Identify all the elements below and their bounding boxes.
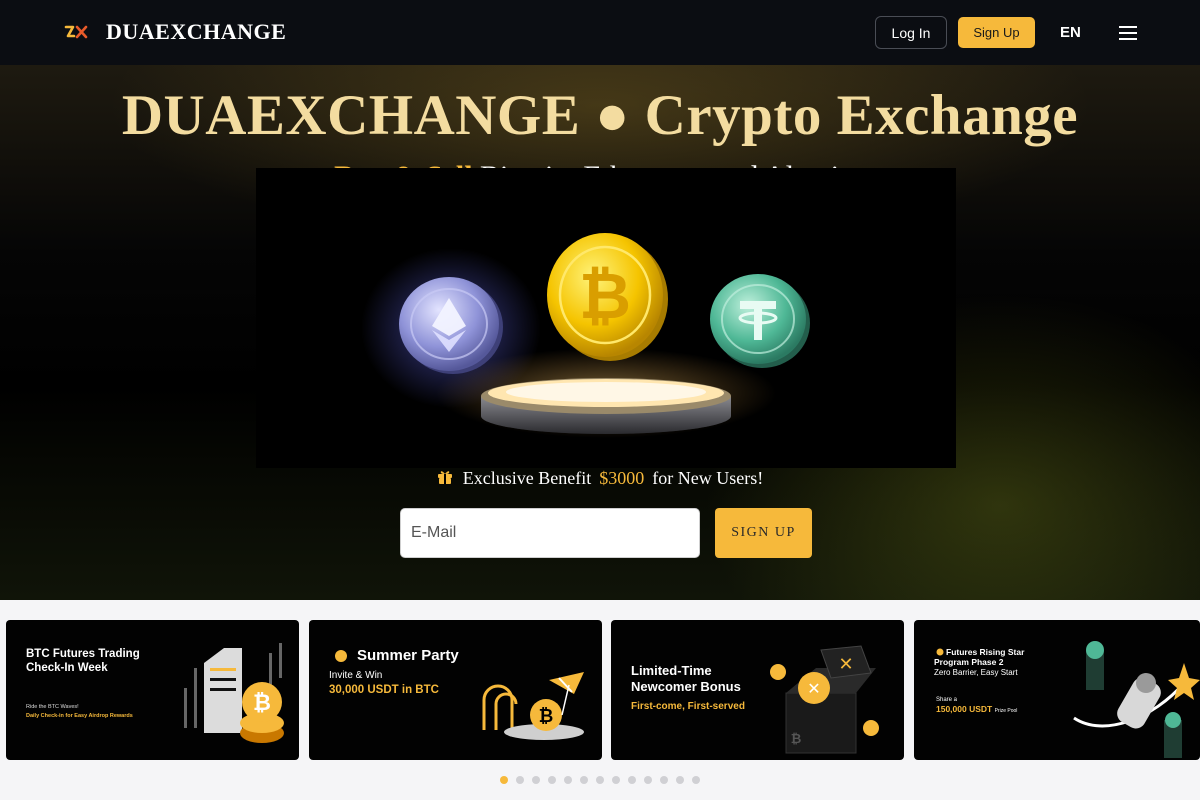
promo-card-btc-checkin[interactable]: BTC Futures Trading Check-In Week Ride t… [6, 620, 299, 760]
benefit-suffix: for New Users! [652, 468, 764, 488]
carousel-dot[interactable] [596, 776, 604, 784]
brand-name[interactable]: DUAEXCHANGE [106, 19, 286, 45]
svg-text:✕: ✕ [807, 679, 820, 698]
promo-line1: Invite & Win [329, 670, 383, 681]
rocket-astronaut-icon [1073, 641, 1200, 758]
hamburger-menu-icon[interactable] [1119, 26, 1137, 40]
crypto-coins-illustration: ₿ [256, 168, 956, 468]
top-navigation: DUAEXCHANGE Log In Sign Up EN [0, 0, 1200, 65]
carousel-dot[interactable] [628, 776, 636, 784]
benefit-line: Exclusive Benefit $3000 for New Users! [0, 468, 1200, 489]
promo-line2: Daily Check-in for Easy Airdrop Rewards [26, 713, 133, 719]
carousel-dot[interactable] [692, 776, 700, 784]
gift-box-coins-icon: ✕ ✕ ₿ [770, 645, 879, 754]
promo-line1: Zero Barrier, Easy Start [934, 668, 1018, 677]
promo-card-rising-star[interactable]: Futures Rising Star Program Phase 2 Zero… [914, 620, 1200, 760]
promo-line1: Ride the BTC Waves! [26, 704, 79, 710]
promo-title: Limited-Time Newcomer Bonus [631, 663, 741, 694]
svg-text:₿: ₿ [539, 706, 554, 727]
beach-bitcoin-icon: ₿ [482, 672, 584, 740]
svg-text:✕: ✕ [838, 654, 853, 675]
promo-line1: First-come, First-served [631, 701, 745, 712]
promo-title: Summer Party [357, 647, 459, 664]
carousel-dot[interactable] [676, 776, 684, 784]
promo-title: BTC Futures Trading Check-In Week [26, 648, 140, 674]
promo-prize-label: Prize Pool [994, 708, 1018, 714]
carousel-dot[interactable] [660, 776, 668, 784]
promo-line2: 30,000 USDT in BTC [329, 684, 439, 696]
language-selector[interactable]: EN [1060, 24, 1081, 41]
promo-prize-amount: 150,000 USDT [936, 704, 993, 714]
login-button[interactable]: Log In [875, 16, 947, 49]
carousel-dots [0, 776, 1200, 784]
bitcoin-coin-icon: ₿ [547, 233, 668, 361]
tether-coin-icon [710, 274, 810, 368]
gift-icon [437, 471, 452, 484]
carousel-dot[interactable] [532, 776, 540, 784]
svg-text:₿: ₿ [791, 732, 802, 747]
email-input[interactable] [400, 508, 700, 558]
pedestal-icon [481, 378, 731, 434]
signup-button[interactable]: Sign Up [958, 17, 1035, 48]
carousel-dot[interactable] [564, 776, 572, 784]
bullet-dot-icon [335, 650, 347, 662]
carousel-dot[interactable] [612, 776, 620, 784]
hero-section: DUAEXCHANGE ● Crypto Exchange Buy & Sell… [0, 65, 1200, 600]
carousel-dot[interactable] [580, 776, 588, 784]
promo-card-summer-party[interactable]: Summer Party Invite & Win 30,000 USDT in… [309, 620, 602, 760]
svg-text:₿: ₿ [579, 260, 631, 334]
carousel-dot[interactable] [500, 776, 508, 784]
promo-carousel: BTC Futures Trading Check-In Week Ride t… [0, 600, 1200, 800]
carousel-dot[interactable] [644, 776, 652, 784]
carousel-dot[interactable] [548, 776, 556, 784]
svg-text:₿: ₿ [253, 691, 271, 716]
promo-line2: Share a [936, 697, 958, 703]
hero-title: DUAEXCHANGE ● Crypto Exchange [121, 84, 1079, 147]
carousel-dot[interactable] [516, 776, 524, 784]
benefit-amount: $3000 [599, 468, 645, 488]
promo-card-newcomer-bonus[interactable]: Limited-Time Newcomer Bonus First-come, … [611, 620, 904, 760]
benefit-prefix: Exclusive Benefit [462, 468, 592, 488]
bitcoin-candlestick-icon: ₿ [184, 643, 284, 743]
promo-title: Futures Rising Star Program Phase 2 [934, 647, 1025, 667]
hero-signup-button[interactable]: SIGN UP [715, 508, 812, 558]
duaexchange-logo-icon[interactable] [64, 24, 90, 40]
